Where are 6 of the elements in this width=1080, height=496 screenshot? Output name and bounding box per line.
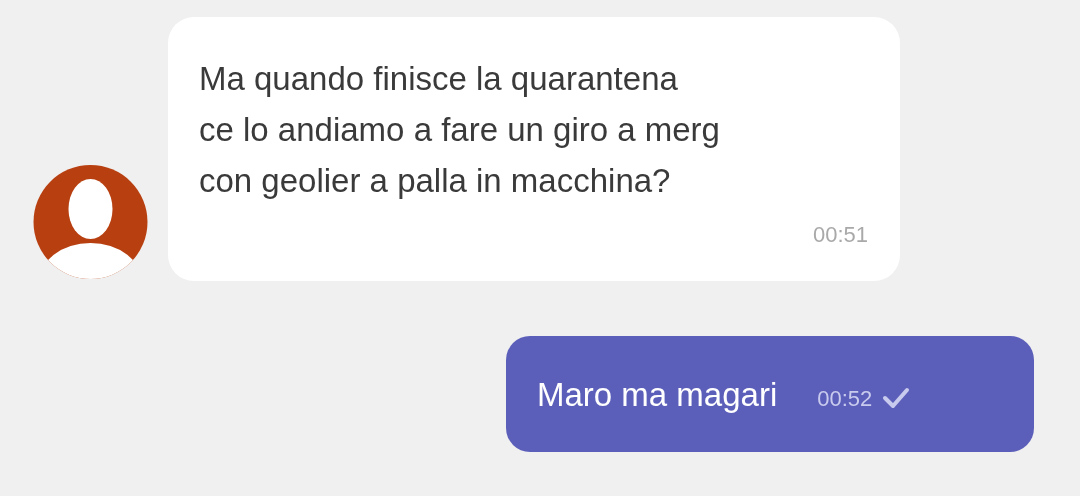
message-time: 00:51 bbox=[812, 221, 868, 249]
message-text: Maro ma magari bbox=[537, 374, 778, 415]
message-text: Ma quando finisce la quarantena bbox=[199, 59, 678, 99]
message-text: ce lo andiamo a fare un giro a merg bbox=[199, 110, 720, 150]
message-text: con geolier a palla in macchina? bbox=[199, 161, 671, 201]
message-time: 00:52 bbox=[817, 384, 873, 413]
